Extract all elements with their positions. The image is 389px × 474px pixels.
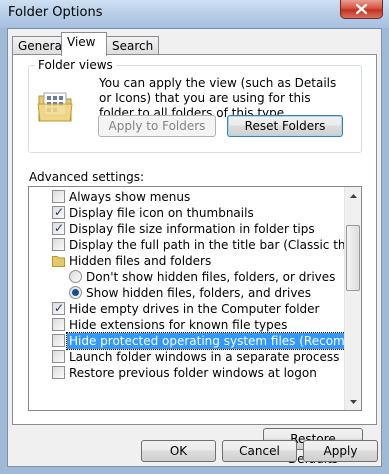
- folder-views-title: Folder views: [35, 58, 116, 72]
- folder-views-icon: [37, 92, 73, 122]
- radio-selected-dot: [72, 289, 79, 296]
- tab-search-label: Search: [112, 39, 154, 53]
- arrow-down-icon: [349, 399, 357, 404]
- list-item-label: Show hidden files, folders, and drives: [86, 286, 312, 300]
- view-tab-panel: Folder views You can apply the view (suc…: [12, 54, 377, 466]
- title-bar[interactable]: Folder Options: [0, 0, 389, 28]
- scroll-up-button[interactable]: [345, 187, 361, 204]
- scroll-down-button[interactable]: [345, 393, 361, 410]
- scroll-thumb[interactable]: [346, 225, 360, 291]
- tab-general-label: General: [18, 39, 66, 53]
- list-item-label: Launch folder windows in a separate proc…: [69, 350, 340, 364]
- checkbox-hide-protected-files[interactable]: [52, 334, 65, 347]
- list-item-label: Restore previous folder windows at logon: [69, 366, 317, 380]
- advanced-settings-label: Advanced settings:: [29, 170, 144, 184]
- folder-options-window: Folder Options General View Search Folde…: [0, 0, 389, 474]
- apply-button[interactable]: Apply: [303, 440, 378, 462]
- ok-button[interactable]: OK: [141, 440, 216, 462]
- tab-search[interactable]: Search: [106, 36, 160, 56]
- reset-folders-button[interactable]: Reset Folders: [227, 115, 343, 137]
- checkmark-icon: ✓: [54, 301, 65, 315]
- folder-icon: [52, 256, 65, 267]
- list-item-label: Hide empty drives in the Computer folder: [69, 302, 320, 316]
- arrow-up-icon: [349, 193, 357, 198]
- tab-view-label: View: [67, 35, 96, 49]
- folder-views-group: Folder views You can apply the view (suc…: [28, 58, 362, 153]
- checkbox-display-file-icon[interactable]: ✓: [52, 205, 65, 219]
- list-item-label: Display the full path in the title bar (…: [69, 238, 361, 252]
- list-item-label: Always show menus: [69, 190, 191, 204]
- tab-view[interactable]: View: [61, 32, 107, 56]
- list-item-label: Display file icon on thumbnails: [69, 206, 254, 220]
- checkbox-restore-windows[interactable]: [52, 366, 65, 379]
- dialog-body: General View Search Folder views You can…: [7, 28, 382, 467]
- list-item-label: Display file size information in folder …: [69, 222, 315, 236]
- close-icon: [356, 4, 367, 14]
- checkbox-display-file-size[interactable]: ✓: [52, 221, 65, 235]
- checkmark-icon: ✓: [54, 205, 65, 219]
- radio-show-hidden[interactable]: [69, 286, 82, 299]
- advanced-settings-list[interactable]: Always show menus ✓ Display file icon on…: [28, 186, 362, 411]
- radio-dont-show-hidden[interactable]: [69, 270, 82, 283]
- checkbox-display-full-path[interactable]: [52, 238, 65, 251]
- close-button[interactable]: [340, 0, 383, 19]
- list-item-label: Hide extensions for known file types: [69, 318, 288, 332]
- window-title: Folder Options: [8, 5, 103, 20]
- checkbox-always-show-menus[interactable]: [52, 190, 65, 203]
- list-item-label: Don't show hidden files, folders, or dri…: [86, 270, 336, 284]
- checkbox-launch-separate-process[interactable]: [52, 350, 65, 363]
- list-item-label: Hidden files and folders: [69, 254, 212, 268]
- checkmark-icon: ✓: [54, 221, 65, 235]
- list-item-label-selected: Hide protected operating system files (R…: [66, 332, 361, 350]
- vertical-scrollbar[interactable]: [344, 187, 361, 410]
- apply-to-folders-button[interactable]: Apply to Folders: [98, 115, 216, 137]
- checkbox-hide-empty-drives[interactable]: ✓: [52, 301, 65, 315]
- checkbox-hide-extensions[interactable]: [52, 318, 65, 331]
- cancel-button[interactable]: Cancel: [222, 440, 297, 462]
